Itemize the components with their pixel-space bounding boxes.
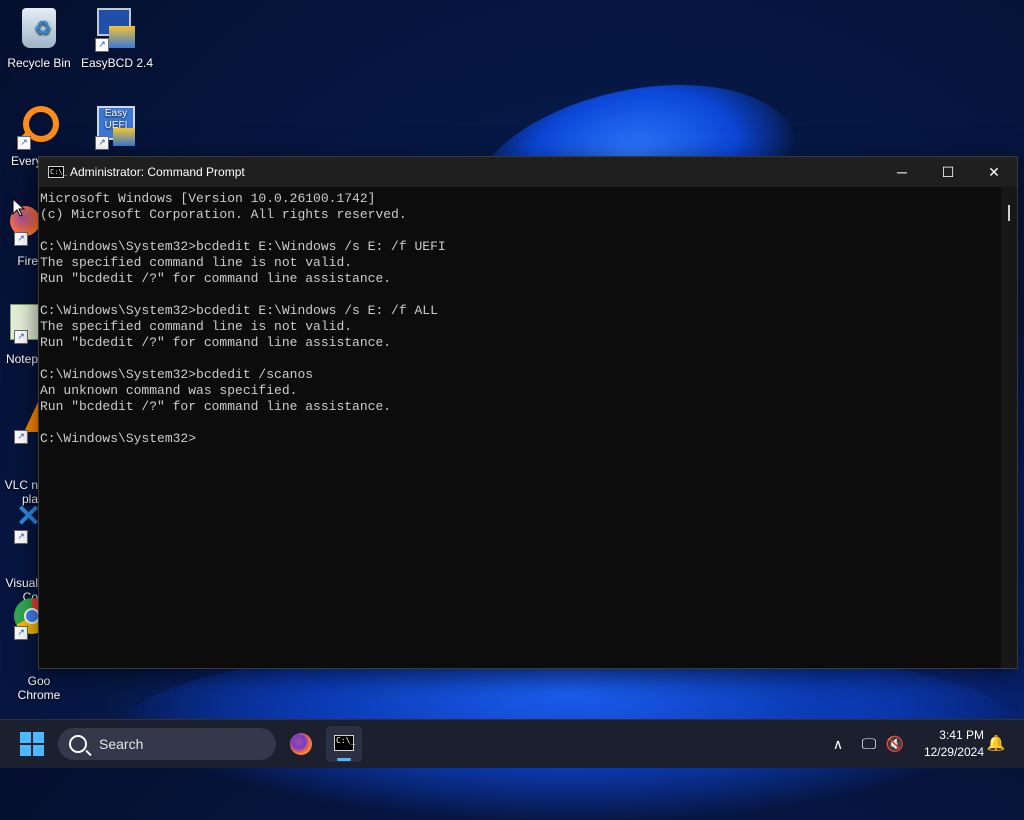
cmd-icon: C:\_ xyxy=(48,166,67,178)
shortcut-arrow-icon: ↗ xyxy=(14,626,28,640)
desktop-icon-recycle-bin[interactable]: ♻ Recycle Bin xyxy=(1,8,77,70)
desktop-icon-easyuefi[interactable]: Easy UEFI ↗ xyxy=(79,106,155,154)
console-line: (c) Microsoft Corporation. All rights re… xyxy=(40,207,407,222)
firefox-icon xyxy=(290,733,312,755)
console-line: C:\Windows\System32>bcdedit E:\Windows /… xyxy=(40,303,438,318)
search-placeholder: Search xyxy=(99,736,144,752)
command-prompt-window[interactable]: C:\_ Administrator: Command Prompt ─ ☐ ✕… xyxy=(38,156,1018,669)
everything-search-icon: ↗ xyxy=(17,106,61,150)
console-line: The specified command line is not valid. xyxy=(40,319,353,334)
active-app-indicator xyxy=(337,758,351,761)
close-button[interactable]: ✕ xyxy=(971,157,1017,187)
desktop-icon-label: Recycle Bin xyxy=(7,56,71,70)
start-button[interactable] xyxy=(20,732,44,756)
shortcut-arrow-icon: ↗ xyxy=(14,530,28,544)
console-output[interactable]: Microsoft Windows [Version 10.0.26100.17… xyxy=(39,187,1001,668)
windows-logo-icon xyxy=(20,732,31,743)
shortcut-arrow-icon: ↗ xyxy=(95,38,109,52)
desktop-icon-easybcd[interactable]: ↗ EasyBCD 2.4 xyxy=(79,8,155,70)
recycle-bin-icon: ♻ xyxy=(17,8,61,52)
shortcut-arrow-icon: ↗ xyxy=(17,136,31,150)
scrollbar-thumb[interactable] xyxy=(1008,205,1010,221)
console-line: The specified command line is not valid. xyxy=(40,255,353,270)
console-line: C:\Windows\System32>bcdedit E:\Windows /… xyxy=(40,239,446,254)
console-line: An unknown command was specified. xyxy=(40,383,298,398)
taskbar-app-firefox[interactable] xyxy=(283,726,319,762)
shortcut-arrow-icon: ↗ xyxy=(14,330,28,344)
show-hidden-icons-button[interactable]: ∧ xyxy=(828,720,848,768)
clock-date: 12/29/2024 xyxy=(923,745,984,759)
console-line: C:\Windows\System32> xyxy=(40,431,197,446)
taskbar-clock[interactable]: 3:41 PM 12/29/2024 xyxy=(914,727,984,761)
easybcd-icon: ↗ xyxy=(95,8,139,52)
console-scrollbar[interactable] xyxy=(1001,187,1017,668)
shortcut-arrow-icon: ↗ xyxy=(95,136,109,150)
easyuefi-icon: Easy UEFI ↗ xyxy=(95,106,139,150)
network-icon[interactable]: 🖵 xyxy=(858,720,880,768)
volume-muted-icon[interactable]: 🔇 xyxy=(884,720,906,768)
console-line: Run "bcdedit /?" for command line assist… xyxy=(40,271,392,286)
console-line: C:\Windows\System32>bcdedit /scanos xyxy=(40,367,314,382)
maximize-button[interactable]: ☐ xyxy=(925,157,971,187)
taskbar-app-command-prompt[interactable]: C:\_ xyxy=(326,726,362,762)
bell-icon[interactable]: 🔔 xyxy=(986,734,1006,754)
search-icon xyxy=(69,735,87,753)
window-title: Administrator: Command Prompt xyxy=(70,165,245,179)
window-titlebar[interactable]: C:\_ Administrator: Command Prompt ─ ☐ ✕ xyxy=(39,157,1017,187)
console-line: Run "bcdedit /?" for command line assist… xyxy=(40,335,392,350)
shortcut-arrow-icon: ↗ xyxy=(14,430,28,444)
shortcut-arrow-icon: ↗ xyxy=(14,232,28,246)
desktop-icon-label-notepad: Notep xyxy=(5,352,38,366)
clock-time: 3:41 PM xyxy=(939,728,984,742)
console-line: Run "bcdedit /?" for command line assist… xyxy=(40,399,392,414)
taskbar-search[interactable]: Search xyxy=(58,728,276,760)
desktop-icon-label-firefox: Fire xyxy=(17,254,38,268)
desktop-icon-label: EasyBCD 2.4 xyxy=(80,56,154,70)
console-line: Microsoft Windows [Version 10.0.26100.17… xyxy=(40,191,376,206)
taskbar: Search C:\_ ∧ 🖵 🔇 3:41 PM 12/29/2024 🔔 xyxy=(0,719,1024,768)
cmd-icon: C:\_ xyxy=(334,735,355,751)
minimize-button[interactable]: ─ xyxy=(879,157,925,187)
